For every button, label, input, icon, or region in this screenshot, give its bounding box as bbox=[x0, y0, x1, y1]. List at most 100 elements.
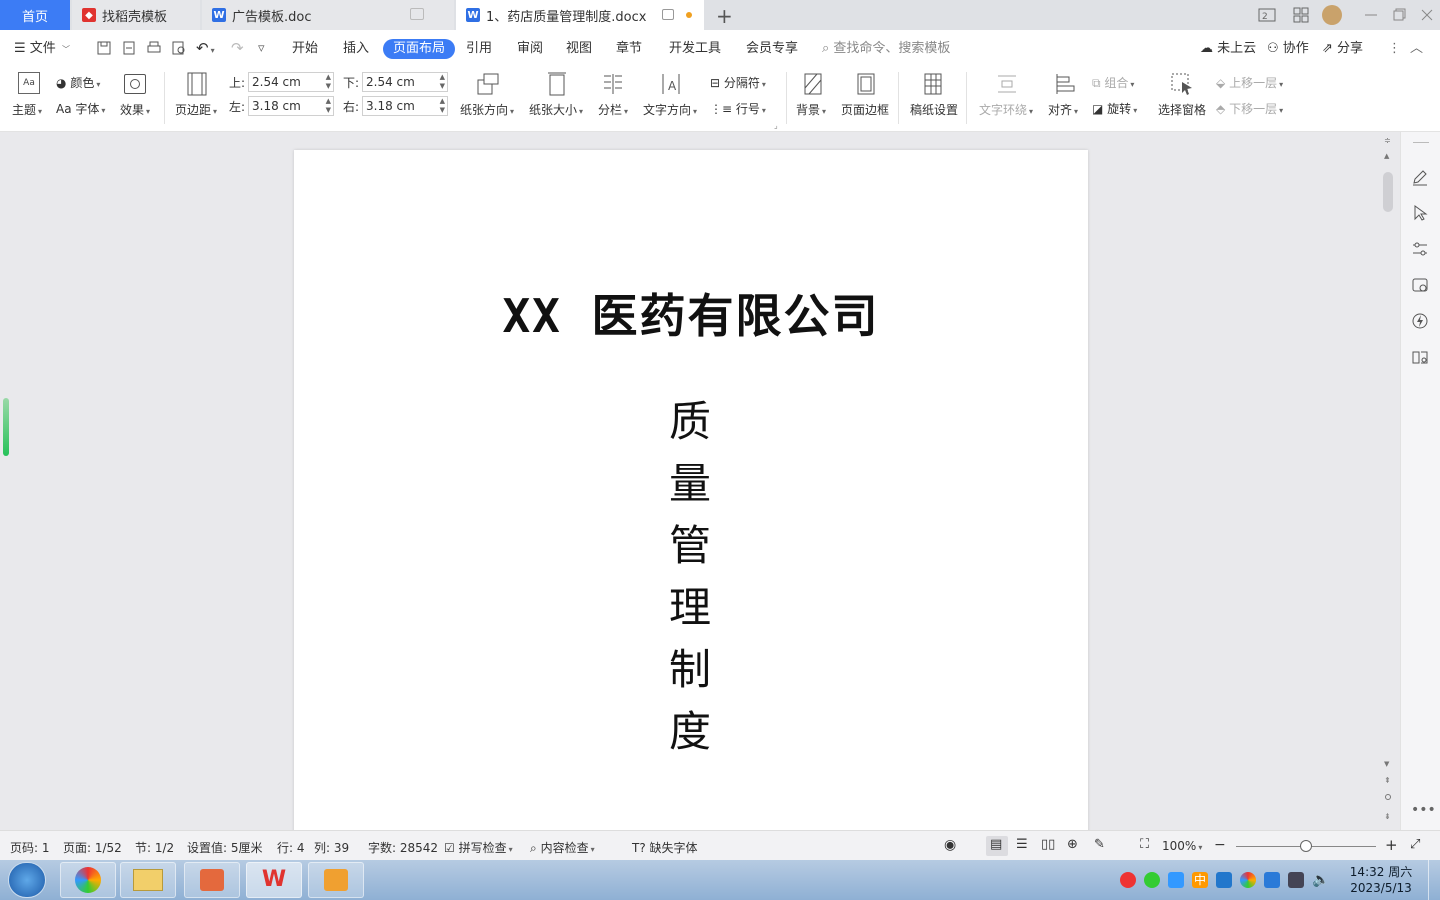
color-button[interactable]: ◕ 颜色 ▾ bbox=[56, 74, 100, 91]
eye-protection-icon[interactable]: ◉ bbox=[944, 837, 956, 853]
status-word-count[interactable]: 字数: 28542 bbox=[368, 839, 438, 856]
margins-button[interactable]: 页边距 ▾ bbox=[175, 101, 217, 118]
zoom-slider-thumb[interactable] bbox=[1300, 840, 1312, 852]
line-numbers-button[interactable]: ⋮≡ 行号 ▾ bbox=[710, 100, 766, 117]
paper-size-icon[interactable] bbox=[546, 72, 568, 96]
print-icon[interactable] bbox=[146, 40, 162, 56]
menu-home[interactable]: 开始 bbox=[292, 39, 318, 59]
reading-view-icon[interactable]: ▯▯ bbox=[1041, 837, 1055, 852]
cursor-select-icon[interactable] bbox=[1411, 204, 1429, 222]
status-page[interactable]: 页面: 1/52 bbox=[63, 839, 122, 856]
page-border-button[interactable]: 页面边框 bbox=[841, 101, 889, 118]
menu-developer[interactable]: 开发工具 bbox=[669, 39, 721, 59]
right-margin-input[interactable]: 3.18 cm ▲ ▼ bbox=[362, 96, 448, 116]
scroll-down-icon[interactable]: ▼ bbox=[1384, 760, 1389, 768]
clock[interactable]: 14:32 周六 2023/5/13 bbox=[1346, 864, 1416, 896]
text-direction-icon[interactable]: A bbox=[660, 72, 682, 96]
book-search-icon[interactable] bbox=[1411, 348, 1429, 366]
status-column[interactable]: 列: 39 bbox=[314, 839, 349, 856]
collaborate-button[interactable]: ⚇ 协作 bbox=[1267, 39, 1309, 59]
page-border-icon[interactable] bbox=[855, 72, 877, 96]
more-vertical-icon[interactable]: ⋮ bbox=[1388, 39, 1401, 59]
font-button[interactable]: Aa 字体 ▾ bbox=[56, 100, 105, 117]
menu-insert[interactable]: 插入 bbox=[343, 39, 369, 59]
text-wrap-icon[interactable] bbox=[996, 72, 1018, 96]
scroll-up-icon[interactable]: ▲ bbox=[1384, 152, 1389, 160]
layout-icon[interactable]: 2 bbox=[1258, 6, 1276, 24]
more-horizontal-icon[interactable]: ••• bbox=[1411, 802, 1436, 818]
menu-references[interactable]: 引用 bbox=[466, 39, 492, 59]
status-section[interactable]: 节: 1/2 bbox=[135, 839, 174, 856]
left-margin-input[interactable]: 3.18 cm ▲ ▼ bbox=[248, 96, 334, 116]
status-page-code[interactable]: 页码: 1 bbox=[10, 839, 50, 856]
theme-icon[interactable]: Aa bbox=[18, 72, 40, 94]
tray-wechat-icon[interactable] bbox=[1144, 872, 1160, 888]
tray-ime[interactable]: 中 bbox=[1192, 872, 1208, 888]
text-direction-button[interactable]: 文字方向 ▾ bbox=[643, 101, 697, 118]
spell-check-button[interactable]: ☑ 拼写检查 ▾ bbox=[444, 839, 513, 856]
columns-icon[interactable] bbox=[602, 72, 624, 96]
new-tab-plus-icon[interactable]: + bbox=[716, 4, 733, 28]
print-preview-icon[interactable] bbox=[171, 40, 187, 56]
write-mode-icon[interactable]: ✎ bbox=[1094, 837, 1105, 852]
tray-arrow-icon[interactable] bbox=[1216, 872, 1232, 888]
vertical-scrollbar[interactable]: ≑ ▲ ▼ ⇞ ⇟ bbox=[1380, 132, 1396, 830]
background-icon[interactable] bbox=[802, 72, 824, 96]
browse-object-icon[interactable] bbox=[1385, 794, 1391, 800]
fit-page-icon[interactable]: ⛶ bbox=[1140, 837, 1149, 852]
paper-size-button[interactable]: 纸张大小 ▾ bbox=[529, 101, 583, 118]
send-backward-button[interactable]: ⬘ 下移一层 ▾ bbox=[1216, 100, 1283, 117]
spinner-icon[interactable]: ▲ ▼ bbox=[440, 73, 445, 91]
menu-review[interactable]: 审阅 bbox=[517, 39, 543, 59]
taskbar-wps[interactable]: W bbox=[246, 862, 302, 898]
tab-active-document[interactable]: W 1、药店质量管理制度.docx bbox=[456, 0, 704, 30]
dialog-launcher-icon[interactable]: ⌟ bbox=[774, 121, 778, 130]
share-button[interactable]: ⇗ 分享 bbox=[1322, 39, 1363, 59]
document-page[interactable]: XX 医药有限公司 质 量 管 理 制 度 bbox=[294, 150, 1088, 840]
collapse-ribbon-icon[interactable]: ︿ bbox=[1410, 39, 1423, 59]
status-row[interactable]: 行: 4 bbox=[277, 839, 305, 856]
spinner-icon[interactable]: ▲ ▼ bbox=[440, 97, 445, 115]
align-icon[interactable] bbox=[1054, 72, 1076, 96]
text-wrap-button[interactable]: 文字环绕 ▾ bbox=[979, 101, 1033, 118]
floating-handle[interactable] bbox=[3, 398, 9, 456]
minimize-icon[interactable] bbox=[1362, 6, 1380, 24]
monitor-icon[interactable] bbox=[662, 9, 674, 20]
cloud-status-button[interactable]: ☁ 未上云 bbox=[1200, 39, 1256, 59]
zoom-dropdown[interactable]: 100% ▾ bbox=[1162, 839, 1202, 853]
top-margin-input[interactable]: 2.54 cm ▲ ▼ bbox=[248, 72, 334, 92]
taskbar-media[interactable] bbox=[308, 862, 364, 898]
rotate-button[interactable]: ◪ 旋转 ▾ bbox=[1092, 100, 1137, 117]
manuscript-grid-icon[interactable] bbox=[922, 72, 944, 96]
content-check-button[interactable]: ⌕ 内容检查 ▾ bbox=[530, 839, 595, 856]
orientation-button[interactable]: 纸张方向 ▾ bbox=[460, 101, 514, 118]
selection-pane-icon[interactable] bbox=[1170, 72, 1194, 96]
effect-button[interactable]: 效果 ▾ bbox=[120, 101, 150, 118]
menu-member[interactable]: 会员专享 bbox=[746, 39, 798, 59]
tab-home[interactable]: 首页 bbox=[0, 0, 70, 30]
orientation-icon[interactable] bbox=[476, 72, 500, 96]
avatar[interactable] bbox=[1322, 5, 1342, 25]
restore-icon[interactable] bbox=[1390, 6, 1408, 24]
save-icon[interactable] bbox=[96, 40, 112, 56]
close-icon[interactable] bbox=[1418, 6, 1436, 24]
bring-forward-button[interactable]: ⬙ 上移一层 ▾ bbox=[1216, 74, 1283, 91]
menu-page-layout[interactable]: 页面布局 bbox=[383, 39, 456, 59]
align-button[interactable]: 对齐 ▾ bbox=[1048, 101, 1078, 118]
outline-view-icon[interactable]: ☰ bbox=[1016, 837, 1028, 852]
menu-section[interactable]: 章节 bbox=[616, 39, 642, 59]
grid-apps-icon[interactable] bbox=[1292, 6, 1310, 24]
fullscreen-icon[interactable]: ⤢ bbox=[1410, 837, 1420, 852]
next-page-icon[interactable]: ⇟ bbox=[1384, 812, 1391, 821]
tray-browser-icon[interactable] bbox=[1240, 872, 1256, 888]
menu-view[interactable]: 视图 bbox=[566, 39, 592, 59]
split-handle-icon[interactable]: ≑ bbox=[1384, 136, 1391, 145]
selection-pane-button[interactable]: 选择窗格 bbox=[1158, 101, 1206, 118]
web-view-icon[interactable]: ⊕ bbox=[1067, 837, 1078, 852]
scroll-thumb[interactable] bbox=[1383, 172, 1393, 212]
zoom-out-icon[interactable]: − bbox=[1214, 837, 1226, 853]
undo-icon[interactable]: ↶ ▾ bbox=[196, 38, 215, 58]
columns-button[interactable]: 分栏 ▾ bbox=[598, 101, 628, 118]
breaks-button[interactable]: ⊟ 分隔符 ▾ bbox=[710, 74, 766, 91]
tab-docer-templates[interactable]: ◆ 找稻壳模板 bbox=[72, 0, 200, 30]
